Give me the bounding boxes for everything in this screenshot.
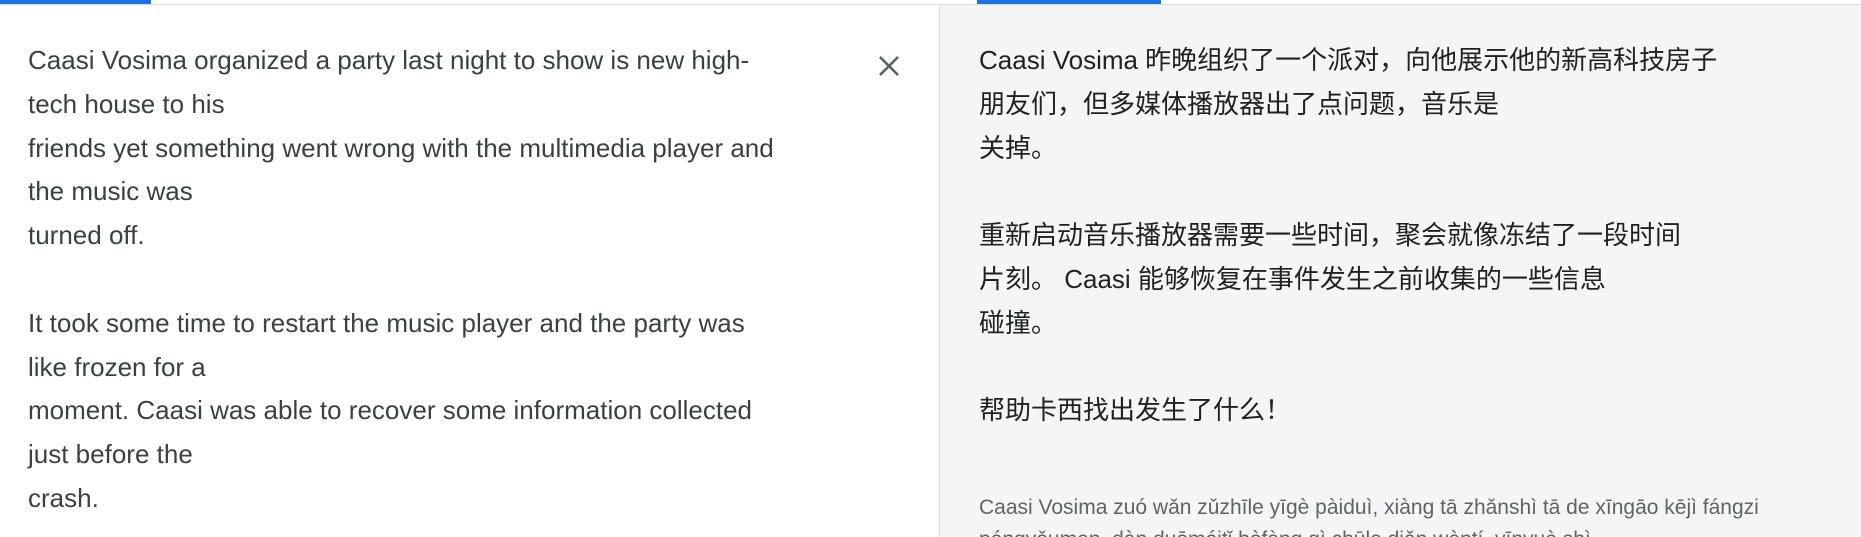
source-text-line: It took some time to restart the music p… (28, 307, 745, 338)
translation-output: Caasi Vosima 昨晚组织了一个派对，向他展示他的新高科技房子 朋友们，但… (979, 39, 1839, 433)
translation-line: 碰撞。 (979, 307, 1058, 338)
translation-paragraph-gap (979, 346, 1839, 390)
source-textarea[interactable]: Caasi Vosima organized a party last nigh… (28, 39, 858, 521)
translation-line: 片刻。 Caasi 能够恢复在事件发生之前收集的一些信息 (979, 263, 1606, 294)
translation-line: 关掉。 (979, 132, 1058, 163)
source-text-line: like frozen for a (28, 351, 206, 382)
source-text-line: the music was (28, 176, 193, 207)
source-text-line: moment. Caasi was able to recover some i… (28, 395, 752, 426)
translation-paragraph-gap (979, 170, 1839, 214)
source-text-line: just before the (28, 439, 193, 470)
source-text-line: tech house to his (28, 88, 225, 119)
translation-line: 帮助卡西找出发生了什么！ (979, 395, 1292, 426)
translation-line: Caasi Vosima 昨晚组织了一个派对，向他展示他的新高科技房子 (979, 45, 1718, 75)
translation-line: 重新启动音乐播放器需要一些时间，聚会就像冻结了一段时间 (979, 220, 1682, 251)
close-icon (879, 56, 899, 76)
clear-source-button[interactable] (868, 45, 910, 87)
source-text-paragraph-gap (28, 258, 858, 302)
source-text-line: crash. (28, 482, 99, 513)
romanization-line: Caasi Vosima zuó wǎn zǔzhīle yīgè pàiduì… (979, 496, 1759, 519)
romanization-line: péngyǒumen, dàn duōméitǐ bòfàng qì chūle… (979, 524, 1849, 537)
source-text-line: turned off. (28, 220, 145, 251)
romanization-text: Caasi Vosima zuó wǎn zǔzhīle yīgè pàiduì… (979, 492, 1849, 537)
translate-app: Caasi Vosima organized a party last nigh… (0, 0, 1861, 537)
source-pane[interactable]: Caasi Vosima organized a party last nigh… (0, 5, 938, 537)
source-text-line: friends yet something went wrong with th… (28, 132, 774, 163)
translation-pane: Caasi Vosima 昨晚组织了一个派对，向他展示他的新高科技房子 朋友们，但… (939, 5, 1861, 537)
source-tab-indicator (0, 0, 151, 4)
target-tab-indicator (977, 0, 1161, 4)
source-text-line: Caasi Vosima organized a party last nigh… (28, 45, 750, 75)
translation-line: 朋友们，但多媒体播放器出了点问题，音乐是 (979, 88, 1500, 119)
